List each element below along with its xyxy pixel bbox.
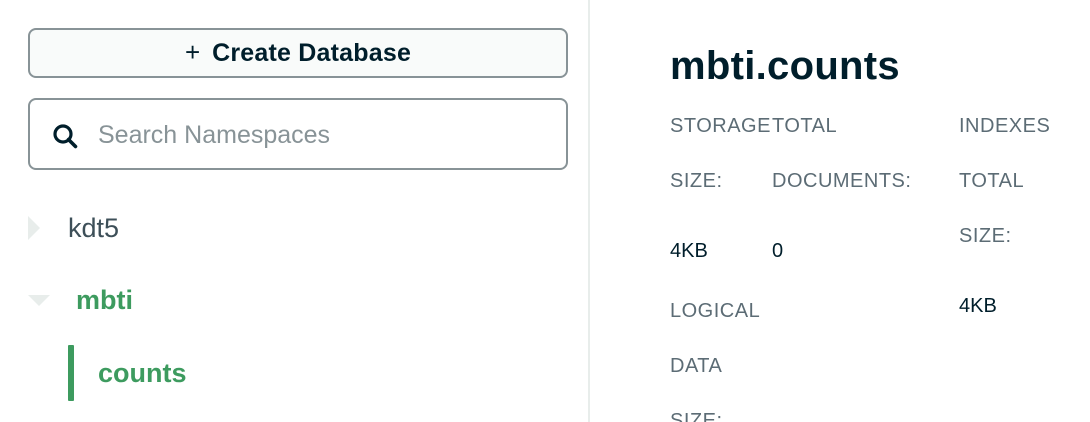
database-item-kdt5[interactable]: kdt5 [28, 208, 119, 248]
indexes-total-size-label-line2: TOTAL [959, 170, 1025, 192]
app-root: + Create Database kdt5 mbti counts mbti.… [0, 0, 1090, 422]
logical-data-size-label-line1: LOGICAL [670, 300, 761, 322]
collection-header: mbti.counts STORAGE SIZE: 4KB TOTAL DOCU… [590, 0, 1090, 422]
sidebar: + Create Database kdt5 mbti counts [0, 0, 588, 422]
caret-down-icon[interactable] [28, 294, 50, 306]
total-documents-label-line2: DOCUMENTS: [772, 170, 912, 192]
indexes-total-size-value: 4KB [959, 295, 997, 317]
search-namespaces-input[interactable] [96, 112, 550, 158]
caret-right-icon[interactable] [28, 216, 40, 240]
total-documents-label-line1: TOTAL [772, 115, 838, 137]
create-database-label: Create Database [212, 38, 412, 67]
database-item-mbti[interactable]: mbti [28, 280, 133, 320]
plus-icon: + [184, 36, 201, 67]
indexes-total-size-label-line1: INDEXES [959, 115, 1051, 137]
total-documents-value: 0 [772, 240, 784, 262]
database-name: kdt5 [68, 212, 120, 243]
logical-data-size-label-line2: DATA [670, 355, 723, 377]
create-database-button[interactable]: + Create Database [28, 28, 568, 78]
search-namespaces-box[interactable] [28, 98, 568, 170]
collection-name: counts [98, 357, 187, 388]
logical-data-size-label-line3: SIZE: [670, 410, 723, 422]
storage-size-value: 4KB [670, 240, 708, 262]
search-icon [53, 124, 78, 149]
collection-item-counts[interactable]: counts [68, 345, 187, 401]
storage-size-label-line1: STORAGE [670, 115, 771, 137]
indexes-total-size-label-line3: SIZE: [959, 225, 1012, 247]
collection-title: mbti.counts [670, 44, 900, 88]
active-indicator [68, 345, 74, 401]
storage-size-label-line2: SIZE: [670, 170, 723, 192]
database-name: mbti [76, 284, 133, 315]
